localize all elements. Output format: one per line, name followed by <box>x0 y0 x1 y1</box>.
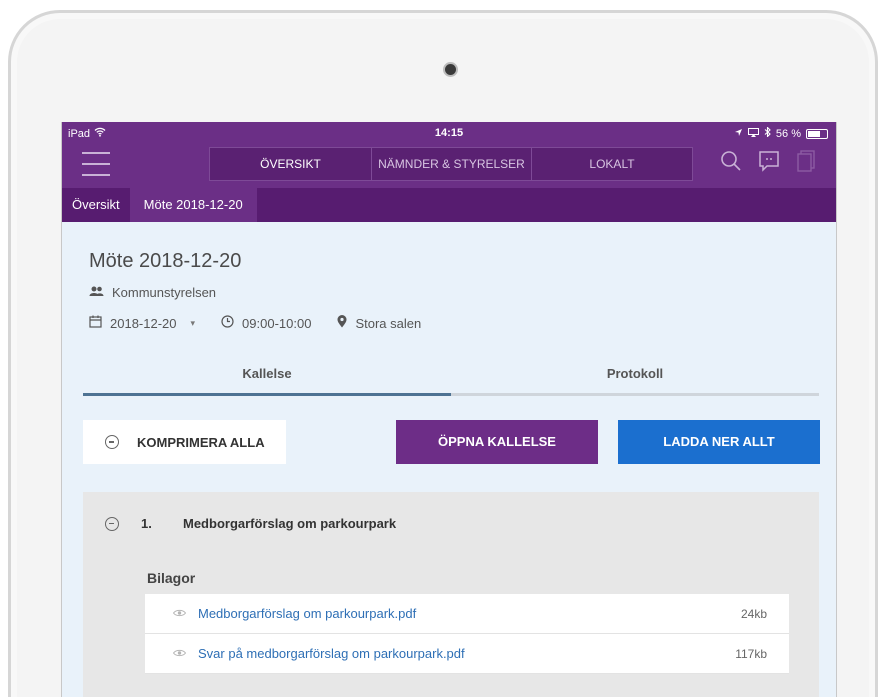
tab-protokoll[interactable]: Protokoll <box>451 358 819 396</box>
eye-icon[interactable] <box>172 648 187 660</box>
main-content: Möte 2018-12-20 Kommunstyrelsen 2018-12-… <box>62 222 836 697</box>
nav-tabs: ÖVERSIKT NÄMNDER & STYRELSER LOKALT <box>209 147 693 181</box>
breadcrumb-oversikt[interactable]: Översikt <box>62 188 130 222</box>
battery-label: 56 % <box>775 127 801 140</box>
attachment-row[interactable]: Svar på medborgarförslag om parkourpark.… <box>145 634 789 674</box>
search-icon[interactable] <box>720 150 742 177</box>
collapse-all-button[interactable]: KOMPRIMERA ALLA <box>83 420 286 464</box>
breadcrumb: Översikt Möte 2018-12-20 <box>62 188 836 222</box>
download-all-button[interactable]: LADDA NER ALLT <box>618 420 820 464</box>
time-item: 09:00-10:00 <box>221 315 311 331</box>
airplay-icon <box>747 127 759 140</box>
bluetooth-icon <box>764 126 771 140</box>
documents-icon[interactable] <box>796 150 816 177</box>
collapse-icon <box>105 435 119 449</box>
chat-icon[interactable] <box>758 150 780 177</box>
page-title: Möte 2018-12-20 <box>89 250 242 272</box>
battery-icon <box>806 128 828 139</box>
meeting-details: 2018-12-20 ▾ 09:00-10:00 Stora salen <box>89 315 439 331</box>
nav-row: ÖVERSIKT NÄMNDER & STYRELSER LOKALT <box>62 144 836 188</box>
agenda-title: Medborgarförslag om parkourpark <box>183 516 397 531</box>
tab-kallelse[interactable]: Kallelse <box>83 358 451 396</box>
chevron-down-icon[interactable]: ▾ <box>191 318 196 329</box>
attachment-size: 117kb <box>735 646 767 661</box>
collapse-icon[interactable] <box>105 516 119 531</box>
meeting-time: 09:00-10:00 <box>242 315 312 331</box>
agenda-number: 1. <box>141 516 152 531</box>
nav-icons <box>720 150 816 177</box>
calendar-icon <box>89 315 102 331</box>
attachment-name[interactable]: Svar på medborgarförslag om parkourpark.… <box>198 646 735 661</box>
attachment-row[interactable]: Medborgarförslag om parkourpark.pdf 24kb <box>145 594 789 634</box>
menu-icon[interactable] <box>82 152 110 176</box>
people-icon <box>89 285 104 300</box>
document-tabs: Kallelse Protokoll <box>83 358 819 396</box>
committee-name: Kommunstyrelsen <box>112 285 217 300</box>
meeting-date: 2018-12-20 <box>110 315 177 331</box>
eye-icon[interactable] <box>172 608 187 620</box>
status-bar: iPad 14:15 56 % <box>62 122 836 144</box>
attachment-size: 24kb <box>740 606 767 621</box>
breadcrumb-current[interactable]: Möte 2018-12-20 <box>129 188 257 222</box>
date-item: 2018-12-20 ▾ <box>89 315 195 331</box>
open-notice-button[interactable]: ÖPPNA KALLELSE <box>396 420 598 464</box>
screen: iPad 14:15 56 % ÖVERSIKT NÄMNDER & STYRE… <box>61 122 837 697</box>
clock: 14:15 <box>434 127 464 139</box>
agenda-item: 1. Medborgarförslag om parkourpark Bilag… <box>83 492 819 697</box>
clock-icon <box>221 315 234 331</box>
camera <box>445 64 456 75</box>
meeting-location: Stora salen <box>355 315 422 331</box>
status-right: 56 % <box>734 126 828 140</box>
map-pin-icon <box>337 315 347 331</box>
top-bar: iPad 14:15 56 % ÖVERSIKT NÄMNDER & STYRE… <box>62 122 836 188</box>
attachment-name[interactable]: Medborgarförslag om parkourpark.pdf <box>198 606 741 621</box>
location-icon <box>734 128 743 140</box>
collapse-all-label: KOMPRIMERA ALLA <box>137 434 265 450</box>
agenda-item-header[interactable]: 1. Medborgarförslag om parkourpark <box>105 516 396 531</box>
committee-row: Kommunstyrelsen <box>89 285 216 300</box>
nav-tab-namnder[interactable]: NÄMNDER & STYRELSER <box>372 148 532 180</box>
nav-tab-lokalt[interactable]: LOKALT <box>532 148 692 180</box>
attachments-heading: Bilagor <box>147 570 196 586</box>
location-item: Stora salen <box>337 315 421 331</box>
nav-tab-oversikt[interactable]: ÖVERSIKT <box>210 148 372 180</box>
